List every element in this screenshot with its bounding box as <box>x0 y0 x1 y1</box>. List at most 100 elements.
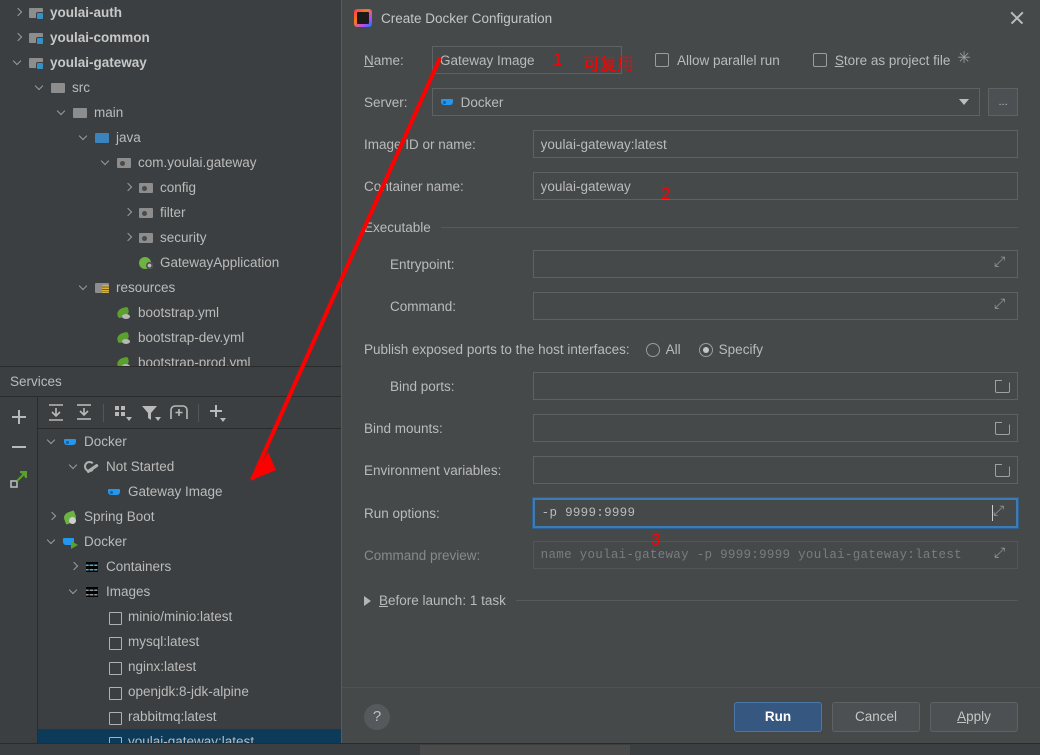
chevron-down-icon[interactable] <box>68 585 81 598</box>
chevron-down-icon[interactable] <box>78 281 91 294</box>
services-panel: Services Docker Not Started Gateway Imag… <box>0 366 341 755</box>
project-tree-item[interactable]: com.youlai.gateway <box>0 150 341 175</box>
run-button[interactable]: Run <box>734 701 822 732</box>
project-tree-item[interactable]: config <box>0 175 341 200</box>
bind-mounts-input[interactable] <box>532 414 1018 442</box>
expand-editor-icon[interactable] <box>993 502 1009 521</box>
minus-icon[interactable] <box>6 435 32 459</box>
cancel-button[interactable]: Cancel <box>832 701 920 732</box>
project-tree-item[interactable]: youlai-common <box>0 25 341 50</box>
services-tree-item[interactable]: Containers <box>38 554 341 579</box>
radio-specify[interactable] <box>698 342 713 357</box>
services-tree-item[interactable]: Docker <box>38 429 341 454</box>
group-by-icon[interactable] <box>110 401 136 425</box>
allow-parallel-run-box[interactable] <box>655 53 669 67</box>
services-tree-item[interactable]: Spring Boot <box>38 504 341 529</box>
image-id-input[interactable]: youlai-gateway:latest <box>532 130 1018 158</box>
project-tree-item[interactable]: bootstrap.yml <box>0 300 341 325</box>
project-tree-item[interactable]: resources <box>0 275 341 300</box>
project-tree-item[interactable]: main <box>0 100 341 125</box>
bind-ports-input[interactable] <box>532 372 1018 400</box>
services-tree-item-label: Containers <box>106 559 172 574</box>
help-button[interactable]: ? <box>364 703 390 730</box>
services-tree-item[interactable]: nginx:latest <box>38 654 341 679</box>
chevron-right-icon[interactable] <box>122 231 135 244</box>
services-tree-item[interactable]: minio/minio:latest <box>38 604 341 629</box>
container-name-row: Container name: youlai-gateway <box>364 172 1018 200</box>
project-tree-item[interactable]: bootstrap-dev.yml <box>0 325 341 350</box>
entrypoint-input[interactable] <box>532 250 1018 278</box>
project-tree-item[interactable]: src <box>0 75 341 100</box>
services-tree-item[interactable]: Gateway Image <box>38 479 341 504</box>
collapse-all-icon[interactable] <box>71 401 97 425</box>
add-service-icon[interactable] <box>205 401 231 425</box>
services-tree[interactable]: Docker Not Started Gateway Image Spring Boo… <box>38 429 341 755</box>
close-icon[interactable] <box>1004 5 1030 31</box>
chevron-right-icon[interactable] <box>12 6 25 19</box>
dialog-title: Create Docker Configuration <box>381 10 553 26</box>
settings-gear-icon[interactable] <box>957 48 973 68</box>
store-as-project-file-box[interactable] <box>812 53 827 67</box>
before-launch-section[interactable]: Before launch: 1 task <box>364 593 1018 608</box>
chevron-down-icon[interactable] <box>56 106 69 119</box>
expand-window-icon[interactable] <box>6 467 32 491</box>
services-tree-item[interactable]: mysql:latest <box>38 629 341 654</box>
project-tree-item[interactable]: youlai-auth <box>0 0 341 25</box>
browse-folder-icon[interactable] <box>994 420 1010 436</box>
chevron-right-icon[interactable] <box>364 595 371 606</box>
chevron-right-icon[interactable] <box>68 560 81 573</box>
expand-editor-icon[interactable] <box>994 253 1010 272</box>
services-tree-item[interactable]: Docker <box>38 529 341 554</box>
package-icon <box>116 155 133 171</box>
browse-folder-icon[interactable] <box>994 378 1010 394</box>
browse-folder-icon[interactable] <box>994 462 1010 478</box>
plus-icon[interactable] <box>6 405 32 429</box>
chevron-right-icon[interactable] <box>122 206 135 219</box>
run-options-input[interactable]: -p 9999:9999 <box>532 498 1018 528</box>
module-folder-icon <box>28 5 45 21</box>
chevron-placeholder <box>90 610 103 623</box>
services-tree-item[interactable]: Images <box>38 579 341 604</box>
services-tree-item[interactable]: openjdk:8-jdk-alpine <box>38 679 341 704</box>
image-checkbox-icon <box>106 659 123 675</box>
chevron-down-icon[interactable] <box>46 535 59 548</box>
project-tree-item[interactable]: GatewayApplication <box>0 250 341 275</box>
chevron-down-icon[interactable] <box>34 81 47 94</box>
services-tree-item-label: Images <box>106 584 151 599</box>
chevron-right-icon[interactable] <box>12 31 25 44</box>
radio-all[interactable] <box>645 342 660 357</box>
services-tree-item[interactable]: rabbitmq:latest <box>38 704 341 729</box>
project-tree-item[interactable]: youlai-gateway <box>0 50 341 75</box>
server-dropdown[interactable]: Docker <box>431 88 981 116</box>
publish-ports-option-all[interactable]: All <box>645 342 681 357</box>
environment-variables-input[interactable] <box>532 456 1018 484</box>
project-tree-item[interactable]: filter <box>0 200 341 225</box>
apply-button[interactable]: Apply <box>930 701 1018 732</box>
services-tree-item[interactable]: Not Started <box>38 454 341 479</box>
command-input[interactable] <box>532 292 1018 320</box>
entrypoint-label: Entrypoint: <box>390 256 455 272</box>
chevron-right-icon[interactable] <box>46 510 59 523</box>
package-icon <box>138 205 155 221</box>
project-tree-item[interactable]: security <box>0 225 341 250</box>
container-name-input[interactable]: youlai-gateway <box>532 172 1018 200</box>
project-tree-panel[interactable]: youlai-auth youlai-common youlai-gateway sr… <box>0 0 341 366</box>
chevron-down-icon[interactable] <box>68 460 81 473</box>
allow-parallel-run-checkbox[interactable]: Allow parallel run <box>655 53 780 68</box>
expand-all-icon[interactable] <box>43 401 69 425</box>
chevron-down-icon[interactable] <box>78 131 91 144</box>
project-tree-item[interactable]: java <box>0 125 341 150</box>
store-as-project-file-checkbox[interactable]: Store as project file <box>812 53 950 68</box>
server-browse-button[interactable]: ... <box>988 88 1018 116</box>
project-tree-item[interactable]: bootstrap-prod.yml <box>0 350 341 366</box>
filter-icon[interactable] <box>138 401 164 425</box>
chevron-down-icon[interactable] <box>46 435 59 448</box>
expand-editor-icon[interactable] <box>994 544 1010 563</box>
chevron-down-icon[interactable] <box>100 156 113 169</box>
publish-ports-option-specify[interactable]: Specify <box>698 342 763 357</box>
screen-root: youlai-auth youlai-common youlai-gateway sr… <box>0 0 1040 755</box>
expand-editor-icon[interactable] <box>994 295 1010 314</box>
add-tab-icon[interactable] <box>166 401 192 425</box>
chevron-right-icon[interactable] <box>122 181 135 194</box>
chevron-down-icon[interactable] <box>12 56 25 69</box>
